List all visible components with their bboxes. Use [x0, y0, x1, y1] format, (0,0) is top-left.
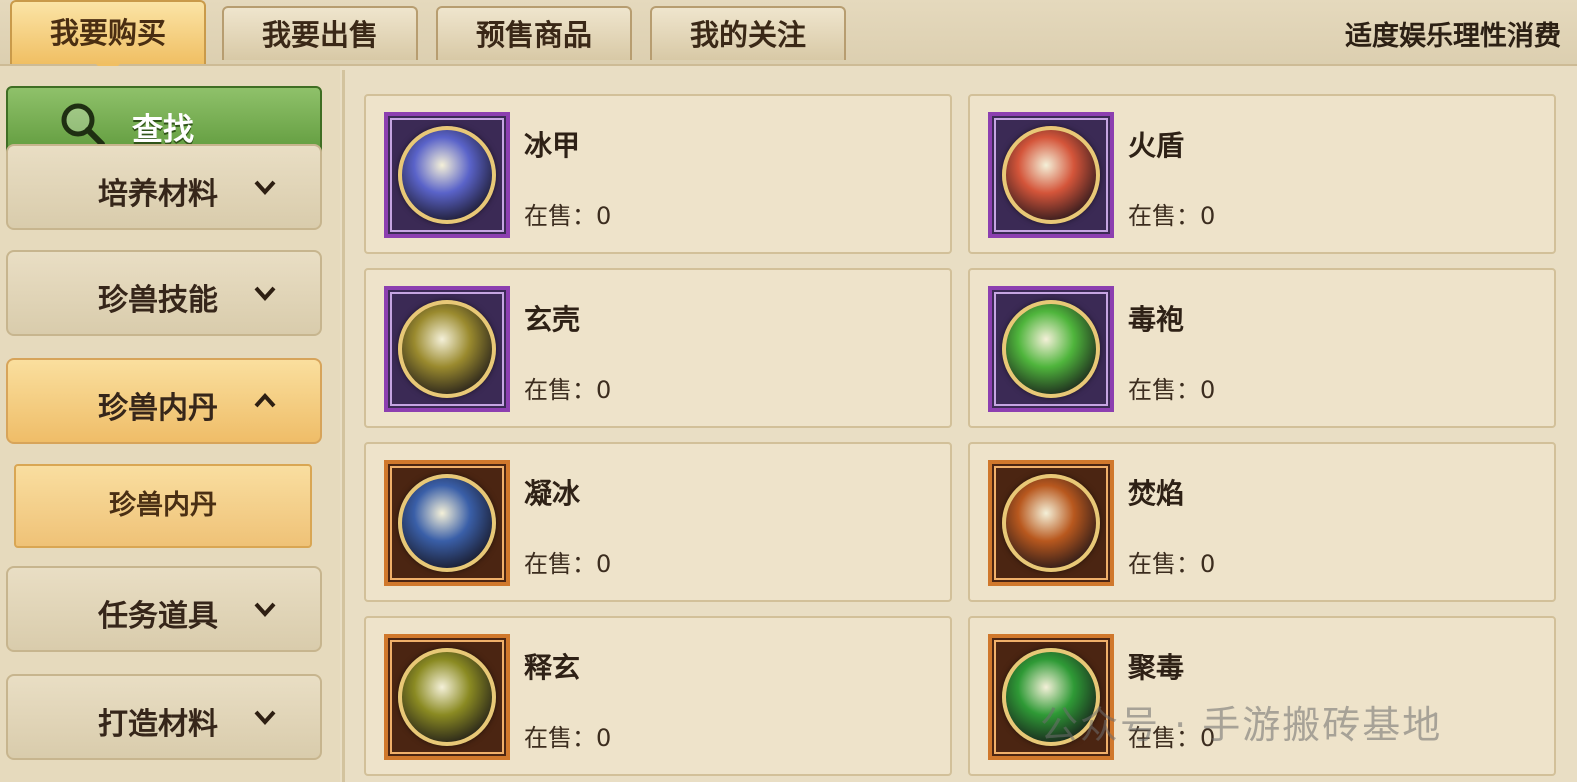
flame-figure-icon — [1002, 474, 1100, 572]
item-stock: 在售：0 — [1128, 202, 1216, 230]
item-stock: 在售：0 — [524, 376, 612, 404]
category-quest-items[interactable]: 任务道具 — [6, 566, 322, 652]
category-label: 珍兽内丹 — [98, 391, 218, 426]
item-stock: 在售：0 — [1128, 376, 1216, 404]
item-card[interactable]: 火盾 在售：0 — [968, 94, 1556, 254]
item-name: 聚毒 — [1128, 651, 1185, 684]
item-name: 毒袍 — [1128, 303, 1185, 336]
watermark: 公众号 · 手游搬砖基地 — [1040, 703, 1443, 747]
category-sidebar: 查找 培养材料 珍兽技能 珍兽内丹 珍兽内丹 任务道具 打造材料 — [0, 66, 340, 782]
category-label: 培养材料 — [98, 177, 218, 212]
tab-presale[interactable]: 预售商品 — [436, 6, 632, 60]
search-icon — [61, 103, 105, 147]
search-label: 查找 — [132, 112, 194, 148]
item-grid: 冰甲 在售：0 火盾 在售：0 玄壳 在售：0 毒袍 在售：0 凝冰 在售：0 … — [364, 94, 1560, 782]
chevron-up-icon — [254, 393, 276, 408]
tab-buy[interactable]: 我要购买 — [10, 0, 206, 76]
item-card[interactable]: 释玄 在售：0 — [364, 616, 952, 776]
fire-shield-icon — [1002, 126, 1100, 224]
category-pet-skills[interactable]: 珍兽技能 — [6, 250, 322, 336]
item-icon-frame — [384, 286, 510, 412]
item-stock: 在售：0 — [524, 550, 612, 578]
category-label: 打造材料 — [98, 707, 218, 742]
item-icon-frame — [384, 634, 510, 760]
item-stock: 在售：0 — [524, 724, 612, 752]
item-card[interactable]: 玄壳 在售：0 — [364, 268, 952, 428]
chevron-down-icon — [254, 180, 276, 195]
item-stock: 在售：0 — [524, 202, 612, 230]
item-name: 玄壳 — [524, 303, 581, 336]
category-cultivation-materials[interactable]: 培养材料 — [6, 144, 322, 230]
item-card[interactable]: 毒袍 在售：0 — [968, 268, 1556, 428]
category-label: 珍兽技能 — [98, 283, 218, 318]
item-card[interactable]: 凝冰 在售：0 — [364, 442, 952, 602]
skull-shell-icon — [398, 300, 496, 398]
ice-armor-icon — [398, 126, 496, 224]
item-name: 火盾 — [1128, 129, 1185, 162]
item-card[interactable]: 冰甲 在售：0 — [364, 94, 952, 254]
item-stock: 在售：0 — [1128, 550, 1216, 578]
item-icon-frame — [988, 112, 1114, 238]
tab-watchlist[interactable]: 我的关注 — [650, 6, 846, 60]
poison-robe-icon — [1002, 300, 1100, 398]
thunder-figure-icon — [398, 648, 496, 746]
item-icon-frame — [988, 286, 1114, 412]
item-name: 凝冰 — [524, 477, 581, 510]
item-icon-frame — [384, 112, 510, 238]
item-card[interactable]: 焚焰 在售：0 — [968, 442, 1556, 602]
item-icon-frame — [988, 460, 1114, 586]
chevron-down-icon — [254, 286, 276, 301]
tab-sell[interactable]: 我要出售 — [222, 6, 418, 60]
item-name: 释玄 — [524, 651, 581, 684]
item-icon-frame — [384, 460, 510, 586]
panel-divider — [342, 70, 345, 782]
frost-figure-icon — [398, 474, 496, 572]
chevron-down-icon — [254, 710, 276, 725]
item-name: 冰甲 — [524, 129, 581, 162]
item-name: 焚焰 — [1128, 477, 1185, 510]
category-label: 任务道具 — [98, 599, 218, 634]
category-crafting-materials[interactable]: 打造材料 — [6, 674, 322, 760]
subcategory-pet-cores[interactable]: 珍兽内丹 — [14, 464, 312, 548]
moderation-notice: 适度娱乐理性消费 — [1345, 21, 1561, 52]
tab-bar: 我要购买 我要出售 预售商品 我的关注 适度娱乐理性消费 — [0, 0, 1577, 76]
category-pet-cores[interactable]: 珍兽内丹 — [6, 358, 322, 444]
market-window: 我要购买 我要出售 预售商品 我的关注 适度娱乐理性消费 查找 培养材料 珍兽技… — [0, 0, 1577, 782]
chevron-down-icon — [254, 602, 276, 617]
